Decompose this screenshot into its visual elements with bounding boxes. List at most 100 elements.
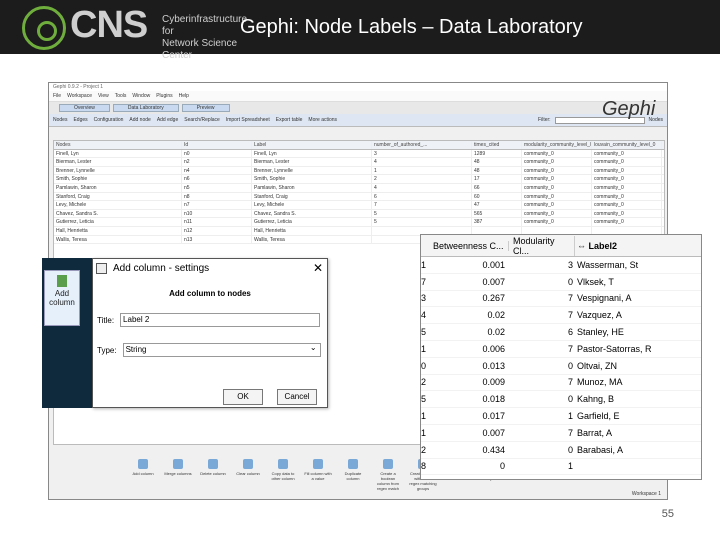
- grid-header-cell[interactable]: Id: [182, 141, 252, 149]
- table-row[interactable]: Pamlawin, Sharon n5 Pamlawin, Sharon 4 66 com…: [54, 183, 664, 193]
- zoom-modularity-cell: 7: [567, 427, 573, 438]
- add-column-button[interactable]: Add column: [44, 270, 80, 326]
- menu-item-6[interactable]: Help: [179, 93, 189, 99]
- zoom-header-betweenness[interactable]: Betweenness C...: [429, 240, 509, 251]
- toolbar-item-1[interactable]: Edges: [73, 117, 87, 123]
- zoom-header-modularity[interactable]: Modularity Cl...: [509, 235, 575, 256]
- toolbar-item-5[interactable]: Search/Replace: [184, 117, 220, 123]
- zoom-row-index: 8: [421, 461, 427, 472]
- zoom-betweenness-cell: 0.013: [482, 360, 505, 371]
- grid-header-cell[interactable]: modularity_community_level_0: [522, 141, 592, 149]
- zoom-table-row[interactable]: 8 0 1: [421, 459, 701, 476]
- column-action-label: Create a boolean column from regex match: [376, 471, 399, 491]
- zoom-table-row[interactable]: 1 0.007 7 Barrat, A: [421, 425, 701, 442]
- menu-item-1[interactable]: Workspace: [67, 93, 92, 99]
- column-action-button[interactable]: Add column: [129, 457, 157, 491]
- column-action-button[interactable]: Fill column with a value: [304, 457, 332, 491]
- tab-0[interactable]: Overview: [59, 104, 110, 112]
- ok-button[interactable]: OK: [223, 389, 263, 405]
- zoom-betweenness-cell: 0: [499, 461, 505, 472]
- table-cell: community_0: [592, 183, 662, 192]
- zoom-table-row[interactable]: 5 0.018 0 Kahng, B: [421, 391, 701, 409]
- table-cell: 3: [372, 149, 472, 158]
- zoom-label2-cell: Stanley, HE: [577, 327, 624, 338]
- table-row[interactable]: Smith, Sophie n6 Smith, Sophie 2 17 community…: [54, 175, 664, 184]
- table-cell: community_0: [592, 166, 662, 175]
- cancel-button[interactable]: Cancel: [277, 389, 317, 405]
- toolbar-item-6[interactable]: Import Spreadsheet: [226, 117, 270, 123]
- grid-header-cell[interactable]: number_of_authored_...: [372, 141, 472, 149]
- table-row[interactable]: Chavez, Sandra S. n10 Chavez, Sandra S. 5 56…: [54, 209, 664, 219]
- grid-header-cell[interactable]: louvain_community_level_0: [592, 141, 662, 149]
- table-cell: community_0: [592, 158, 662, 166]
- zoom-betweenness-cell: 0.018: [482, 394, 505, 405]
- table-cell: community_0: [522, 149, 592, 158]
- zoom-row-index: 1: [421, 411, 427, 422]
- zoom-table-row[interactable]: 1 0.001 3 Wasserman, St: [421, 257, 701, 274]
- zoom-label2-cell: Munoz, MA: [577, 377, 623, 388]
- menu-item-4[interactable]: Window: [132, 93, 150, 99]
- column-action-button[interactable]: Duplicate column: [339, 457, 367, 491]
- window-title: Gephi 0.9.2 - Project 1: [49, 83, 667, 91]
- type-select[interactable]: String: [122, 343, 321, 357]
- menu-item-5[interactable]: Plugins: [156, 93, 172, 99]
- grid-header-cell[interactable]: times_cited: [472, 141, 522, 149]
- zoom-table-row[interactable]: 3 0.267 7 Vespignani, A: [421, 291, 701, 308]
- logo-line2: Network Science Center: [162, 38, 238, 61]
- table-cell: community_0: [592, 192, 662, 201]
- table-row[interactable]: Brenner, Lynnelle n4 Brenner, Lynnelle 1 48 c…: [54, 166, 664, 176]
- table-row[interactable]: Bierman, Lester n2 Bierman, Lester 4 48 commu…: [54, 158, 664, 167]
- zoom-label2-cell: Pastor-Satorras, R: [577, 343, 652, 354]
- table-row[interactable]: Stanford, Craig n8 Stanford, Craig 6 60 commu…: [54, 192, 664, 202]
- column-action-button[interactable]: Merge columns: [164, 457, 192, 491]
- tab-1[interactable]: Data Laboratory: [112, 104, 179, 112]
- zoom-modularity-cell: 0: [567, 394, 573, 405]
- zoom-table-row[interactable]: 5 0.02 6 Stanley, HE: [421, 324, 701, 341]
- table-cell: Gutierrez, Leticia: [54, 218, 182, 226]
- menu-item-0[interactable]: File: [53, 93, 61, 99]
- zoom-table-row[interactable]: 0 0.013 0 Oltvai, ZN: [421, 358, 701, 375]
- zoom-header-label2[interactable]: ⇔ Label2: [575, 241, 701, 251]
- toolbar-item-2[interactable]: Configuration: [94, 117, 124, 123]
- toolbar-item-3[interactable]: Add node: [129, 117, 150, 123]
- zoom-modularity-cell: 7: [567, 343, 573, 354]
- column-action-button[interactable]: Copy data to other column: [269, 457, 297, 491]
- table-row[interactable]: Gutierrez, Leticia n11 Gutierrez, Leticia 5…: [54, 218, 664, 227]
- menu-item-2[interactable]: View: [98, 93, 109, 99]
- title-input[interactable]: Label 2: [120, 313, 321, 327]
- column-action-icon: [348, 459, 358, 469]
- toolbar-item-8[interactable]: More actions: [308, 117, 337, 123]
- toolbar-item-7[interactable]: Export table: [276, 117, 303, 123]
- zoom-table-row[interactable]: 1 0.006 7 Pastor-Satorras, R: [421, 341, 701, 358]
- zoom-table-row[interactable]: 2 0.434 0 Barabasi, A: [421, 442, 701, 459]
- grid-header-cell[interactable]: Nodes: [54, 141, 182, 149]
- menu-item-3[interactable]: Tools: [115, 93, 127, 99]
- toolbar-item-0[interactable]: Nodes: [53, 117, 67, 123]
- table-cell: 17: [472, 175, 522, 183]
- column-action-icon: [208, 459, 218, 469]
- logo-subtitle: Cyberinfrastructure for Network Science …: [162, 14, 248, 62]
- column-action-button[interactable]: Delete column: [199, 457, 227, 491]
- zoom-table-row[interactable]: 1 0.017 1 Garfield, E: [421, 408, 701, 425]
- table-cell: community_0: [522, 209, 592, 218]
- zoom-modularity-cell: 1: [567, 411, 573, 422]
- grid-header-cell[interactable]: Label: [252, 141, 372, 149]
- logo-line1: Cyberinfrastructure for: [162, 14, 248, 37]
- column-action-button[interactable]: Create a boolean column from regex match: [374, 457, 402, 491]
- zoom-table-row[interactable]: 4 0.02 7 Vazquez, A: [421, 307, 701, 325]
- zoom-betweenness-cell: 0.007: [482, 276, 505, 287]
- column-action-button[interactable]: Clear column: [234, 457, 262, 491]
- tab-2[interactable]: Preview: [181, 104, 230, 112]
- zoom-row-index: 2: [421, 444, 427, 455]
- zoom-table-row[interactable]: 7 0.007 0 Vlksek, T: [421, 274, 701, 291]
- table-row[interactable]: Finell, Lyn n0 Finell, Lyn 3 1289 community_0…: [54, 149, 664, 159]
- table-cell: Stanford, Craig: [54, 192, 182, 201]
- zoom-table-row[interactable]: 2 0.009 7 Munoz, MA: [421, 375, 701, 392]
- table-row[interactable]: Levy, Michele n7 Levy, Michele 7 47 community…: [54, 201, 664, 210]
- table-cell: n13: [182, 235, 252, 244]
- toolbar-item-4[interactable]: Add edge: [157, 117, 178, 123]
- column-action-label: Merge columns: [164, 471, 192, 476]
- close-icon[interactable]: ✕: [313, 261, 323, 275]
- table-cell: community_0: [522, 183, 592, 192]
- column-action-label: Clear column: [236, 471, 260, 476]
